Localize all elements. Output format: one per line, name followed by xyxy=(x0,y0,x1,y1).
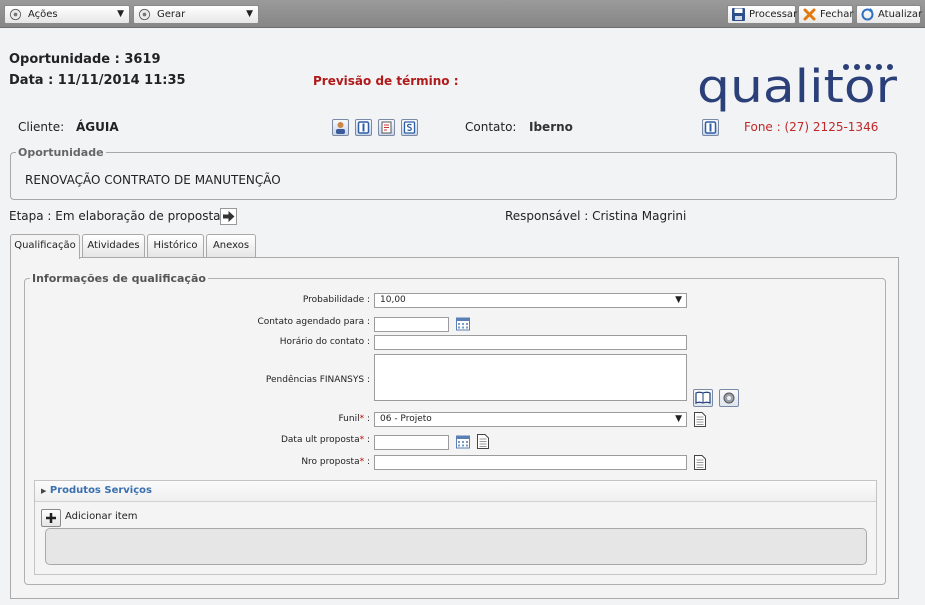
nro-proposta-label: Nro proposta* : xyxy=(301,457,370,467)
contato-label: Contato: xyxy=(465,120,517,134)
document-icon[interactable] xyxy=(477,434,489,449)
acoes-label: Ações xyxy=(28,9,58,20)
chevron-down-icon: ▼ xyxy=(117,9,124,19)
document-icon xyxy=(381,121,392,134)
data-ult-proposta-label: Data ult proposta* : xyxy=(280,435,370,445)
horario-contato-input[interactable] xyxy=(374,335,687,350)
book-icon xyxy=(704,121,717,134)
tab-qualificacao[interactable]: Qualificação xyxy=(10,234,80,259)
qualitor-logo: qualitor xyxy=(697,60,898,112)
svg-text:qualitor: qualitor xyxy=(697,60,898,112)
gerar-dropdown[interactable]: Gerar ▼ xyxy=(133,5,259,24)
pendencias-book-button[interactable] xyxy=(693,389,713,407)
funil-label: Funil* : xyxy=(338,414,371,424)
cliente-info-button[interactable] xyxy=(355,119,372,136)
person-icon xyxy=(336,122,345,134)
cliente-label: Cliente: xyxy=(18,120,65,134)
produtos-servicos-title[interactable]: ▶ Produtos Serviços xyxy=(41,485,152,496)
tab-atividades[interactable]: Atividades xyxy=(82,234,145,258)
gear-icon xyxy=(723,392,735,404)
probabilidade-select[interactable]: 10,00 ▼ xyxy=(374,293,687,308)
oportunidade-date: Data : 11/11/2014 11:35 xyxy=(9,73,186,88)
contato-value: Iberno xyxy=(529,120,573,134)
save-icon xyxy=(732,8,745,21)
responsavel-text: Responsável : Cristina Magrini xyxy=(505,209,687,223)
pendencias-textarea[interactable] xyxy=(374,354,687,401)
arrow-right-icon xyxy=(223,211,235,222)
avancar-etapa-button[interactable] xyxy=(220,208,237,225)
cliente-financial-button[interactable] xyxy=(401,119,418,136)
document-icon[interactable] xyxy=(694,412,706,427)
nro-proposta-input[interactable] xyxy=(374,455,687,470)
close-icon xyxy=(803,8,816,21)
document-icon[interactable] xyxy=(694,455,706,470)
contato-agendado-input[interactable] xyxy=(374,317,449,332)
produtos-grid xyxy=(45,528,867,565)
book-icon xyxy=(357,121,370,134)
chevron-down-icon: ▼ xyxy=(675,295,682,305)
oportunidade-legend: Oportunidade xyxy=(16,146,106,159)
funil-value: 06 - Projeto xyxy=(380,414,432,424)
processar-button[interactable]: Processar xyxy=(727,5,798,24)
pendencias-label: Pendências FINANSYS : xyxy=(265,375,370,385)
processar-label: Processar xyxy=(749,9,798,20)
etapa-text: Etapa : Em elaboração de proposta xyxy=(9,209,221,223)
qualificacao-legend: Informações de qualificação xyxy=(30,272,208,285)
gerar-label: Gerar xyxy=(157,9,186,20)
oportunidade-number: Oportunidade : 3619 xyxy=(9,52,161,67)
oportunidade-description: RENOVAÇÃO CONTRATO DE MANUTENÇÃO xyxy=(25,173,281,187)
calendar-icon[interactable] xyxy=(456,435,470,449)
pendencias-settings-button[interactable] xyxy=(719,389,739,407)
contato-info-button[interactable] xyxy=(702,119,719,136)
dollar-icon xyxy=(403,121,416,134)
acoes-dropdown[interactable]: Ações ▼ xyxy=(4,5,130,24)
funil-select[interactable]: 06 - Projeto ▼ xyxy=(374,412,687,427)
chevron-down-icon: ▼ xyxy=(675,414,682,424)
atualizar-label: Atualizar xyxy=(878,9,923,20)
tab-anexos[interactable]: Anexos xyxy=(206,234,256,258)
cliente-value: ÁGUIA xyxy=(76,120,119,134)
data-ult-proposta-input[interactable] xyxy=(374,435,449,450)
refresh-icon xyxy=(861,8,874,21)
top-toolbar: Ações ▼ Gerar ▼ Processar Fechar Atualiz… xyxy=(0,0,925,28)
fechar-label: Fechar xyxy=(820,9,854,20)
settings-icon xyxy=(9,8,22,21)
cliente-document-button[interactable] xyxy=(378,119,395,136)
book-icon xyxy=(695,391,711,404)
calendar-icon[interactable] xyxy=(456,317,470,331)
probabilidade-value: 10,00 xyxy=(380,295,406,305)
adicionar-item-label: Adicionar item xyxy=(65,511,138,522)
probabilidade-label: Probabilidade : xyxy=(302,295,370,305)
contato-fone: Fone : (27) 2125-1346 xyxy=(744,120,879,134)
contato-agendado-label: Contato agendado para : xyxy=(257,317,370,327)
tab-historico[interactable]: Histórico xyxy=(147,234,204,258)
cliente-person-button[interactable] xyxy=(332,119,349,136)
plus-icon xyxy=(46,513,56,523)
adicionar-item-button[interactable] xyxy=(41,509,61,527)
fechar-button[interactable]: Fechar xyxy=(798,5,853,24)
settings-icon xyxy=(138,8,151,21)
caret-right-icon: ▶ xyxy=(41,487,47,495)
previsao-termino-label: Previsão de término : xyxy=(313,74,459,88)
chevron-down-icon: ▼ xyxy=(246,9,253,19)
produtos-servicos-header[interactable] xyxy=(35,481,876,502)
atualizar-button[interactable]: Atualizar xyxy=(856,5,923,24)
horario-contato-label: Horário do contato : xyxy=(279,337,370,347)
